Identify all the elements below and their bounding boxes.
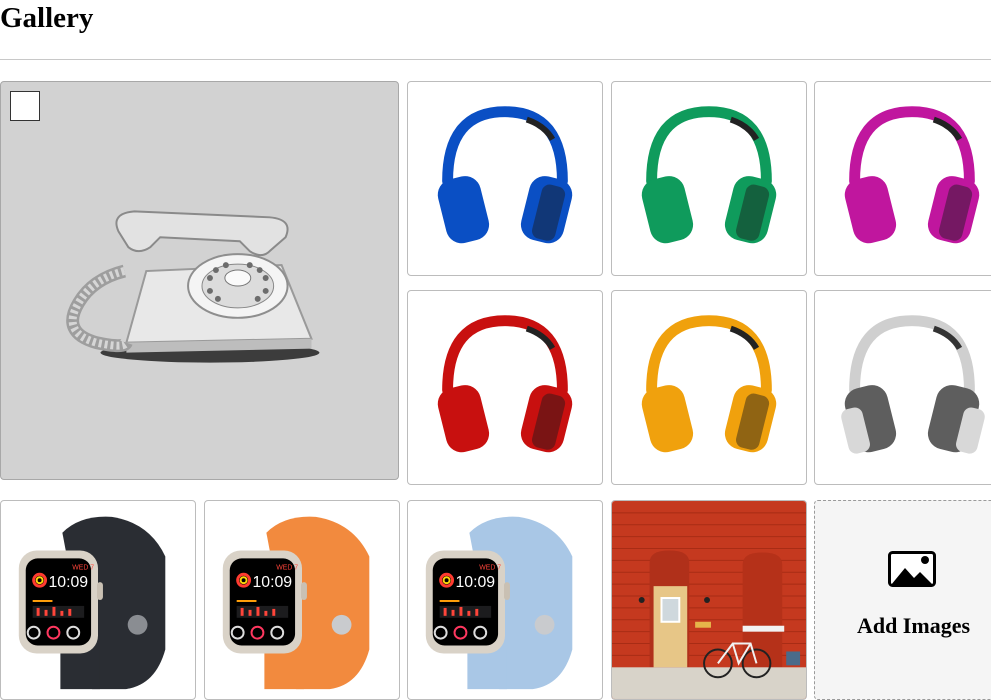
watch-time: 10:09 bbox=[49, 574, 89, 591]
telephone-image bbox=[66, 210, 320, 363]
header-divider bbox=[0, 59, 991, 60]
watch-midnight-image: WED 7 10:09 bbox=[18, 516, 166, 690]
headphones-red-image bbox=[437, 315, 573, 453]
gallery-tile-headphones-blue[interactable] bbox=[407, 81, 603, 276]
watch-orange-image: WED 7 10:09 bbox=[222, 516, 370, 690]
gallery-tile-watch-orange[interactable]: WED 7 10:09 bbox=[204, 500, 400, 700]
red-brick-wall-image bbox=[612, 501, 806, 699]
add-images-button[interactable]: Add Images bbox=[814, 500, 991, 700]
headphones-magenta-image bbox=[844, 106, 980, 244]
headphones-gray-image bbox=[841, 315, 985, 454]
gallery-tile-red-brick-wall[interactable] bbox=[611, 500, 807, 700]
page-title: Gallery bbox=[0, 2, 94, 34]
watch-blue-image: WED 7 10:09 bbox=[425, 516, 573, 690]
add-images-label: Add Images bbox=[856, 613, 971, 638]
select-checkbox[interactable] bbox=[10, 91, 40, 121]
watch-time: 10:09 bbox=[456, 574, 496, 591]
gallery-tile-watch-blue[interactable]: WED 7 10:09 bbox=[407, 500, 603, 700]
gallery-tile-headphones-orange[interactable] bbox=[611, 290, 807, 485]
watch-date: WED 7 bbox=[72, 564, 94, 571]
watch-date: WED 7 bbox=[479, 564, 501, 571]
watch-date: WED 7 bbox=[276, 564, 298, 571]
image-icon bbox=[888, 551, 936, 587]
headphones-orange-image bbox=[641, 315, 777, 453]
gallery-tile-telephone[interactable] bbox=[0, 81, 399, 480]
watch-time: 10:09 bbox=[253, 574, 293, 591]
gallery-tile-headphones-gray[interactable] bbox=[814, 290, 991, 485]
gallery-tile-headphones-red[interactable] bbox=[407, 290, 603, 485]
headphones-green-image bbox=[641, 106, 777, 244]
headphones-blue-image bbox=[437, 106, 573, 244]
gallery-tile-headphones-magenta[interactable] bbox=[814, 81, 991, 276]
gallery-tile-watch-midnight[interactable]: WED 7 10:09 bbox=[0, 500, 196, 700]
gallery-tile-headphones-green[interactable] bbox=[611, 81, 807, 276]
